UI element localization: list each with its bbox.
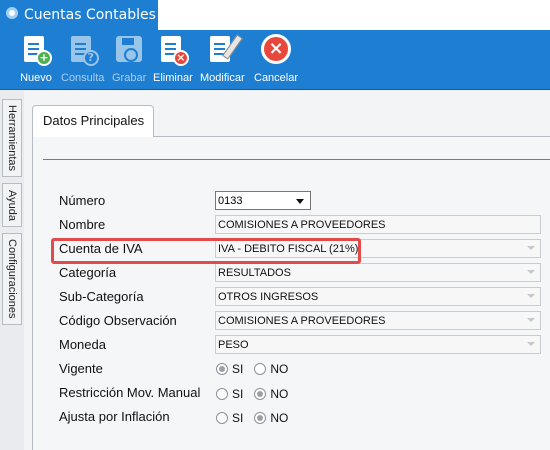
- document-delete-icon: ×: [157, 32, 189, 68]
- nuevo-button[interactable]: + Nuevo: [20, 32, 52, 88]
- numero-label: Número: [59, 193, 106, 208]
- vigente-no-radio[interactable]: NO: [254, 362, 288, 376]
- tab-ayuda[interactable]: Ayuda: [2, 183, 22, 227]
- codigo-obs-value: COMISIONES A PROVEEDORES: [218, 315, 386, 327]
- chevron-down-icon: [527, 294, 535, 298]
- radio-unchecked-icon: [216, 388, 228, 400]
- restriccion-si-radio[interactable]: SI: [216, 387, 243, 401]
- moneda-label: Moneda: [59, 337, 106, 352]
- cancel-icon: ×: [260, 32, 292, 68]
- restriccion-label: Restricción Mov. Manual: [59, 385, 201, 400]
- window-title: Cuentas Contables: [24, 7, 156, 23]
- vigente-label: Vigente: [59, 361, 103, 376]
- tab-herramientas[interactable]: Herramientas: [2, 99, 22, 177]
- side-panel: Herramientas Ayuda Configuraciones: [0, 91, 24, 450]
- restriccion-si-label: SI: [232, 387, 244, 401]
- chevron-down-icon: [527, 270, 535, 274]
- tab-ayuda-label: Ayuda: [6, 189, 18, 221]
- modificar-label: Modificar: [200, 72, 245, 84]
- cancelar-label: Cancelar: [254, 72, 299, 84]
- vigente-si-label: SI: [232, 362, 244, 376]
- ajusta-no-radio[interactable]: NO: [254, 411, 288, 425]
- modificar-button[interactable]: Modificar: [200, 32, 245, 88]
- title-bar: Cuentas Contables: [0, 0, 550, 30]
- radio-checked-icon: [216, 363, 228, 375]
- eliminar-label: Eliminar: [153, 72, 193, 84]
- app-icon: [6, 7, 18, 19]
- tab-configuraciones-label: Configuraciones: [6, 239, 18, 319]
- ajusta-radio-group: SI NO: [216, 411, 299, 425]
- restriccion-no-label: NO: [270, 387, 289, 401]
- chevron-down-icon: [527, 342, 535, 346]
- document-add-icon: +: [20, 32, 52, 68]
- tab-datos-principales[interactable]: Datos Principales: [32, 105, 154, 138]
- vigente-radio-group: SI NO: [216, 362, 299, 376]
- chevron-down-icon: [527, 246, 535, 250]
- restriccion-no-radio[interactable]: NO: [254, 387, 288, 401]
- tab-herramientas-label: Herramientas: [6, 104, 18, 172]
- nuevo-label: Nuevo: [20, 72, 52, 84]
- grabar-label: Grabar: [112, 72, 147, 84]
- categoria-label: Categoría: [59, 265, 117, 280]
- annotation-highlight-box: [51, 238, 361, 264]
- eliminar-button[interactable]: × Eliminar: [153, 32, 193, 88]
- tab-strip: Datos Principales: [32, 105, 550, 138]
- nombre-field[interactable]: COMISIONES A PROVEEDORES: [215, 215, 541, 234]
- ajusta-si-radio[interactable]: SI: [216, 411, 243, 425]
- grabar-button[interactable]: Grabar: [112, 32, 146, 88]
- codigo-obs-select[interactable]: COMISIONES A PROVEEDORES: [215, 311, 541, 330]
- section-separator: [43, 159, 550, 160]
- document-query-icon: ?: [67, 32, 99, 68]
- categoria-value: RESULTADOS: [218, 267, 291, 279]
- ajusta-no-label: NO: [270, 411, 289, 425]
- categoria-select[interactable]: RESULTADOS: [215, 263, 541, 282]
- consulta-label: Consulta: [61, 72, 105, 84]
- window-tab[interactable]: Cuentas Contables: [0, 0, 158, 30]
- ajusta-label: Ajusta por Inflación: [59, 409, 170, 424]
- subcategoria-select[interactable]: OTROS INGRESOS: [215, 287, 541, 306]
- subcategoria-value: OTROS INGRESOS: [218, 291, 319, 303]
- floppy-disk-icon: [113, 32, 145, 68]
- ajusta-si-label: SI: [232, 411, 244, 425]
- vigente-si-radio[interactable]: SI: [216, 362, 243, 376]
- numero-select[interactable]: 0133: [215, 191, 311, 210]
- radio-checked-icon: [254, 412, 267, 424]
- restriccion-radio-group: SI NO: [216, 387, 299, 401]
- vigente-no-label: NO: [270, 362, 289, 376]
- nombre-value: COMISIONES A PROVEEDORES: [218, 219, 386, 231]
- radio-checked-icon: [254, 388, 267, 400]
- radio-unchecked-icon: [254, 363, 267, 375]
- document-edit-icon: [206, 32, 244, 68]
- consulta-button[interactable]: ? Consulta: [61, 32, 104, 88]
- subcategoria-label: Sub-Categoría: [59, 289, 144, 304]
- nombre-label: Nombre: [59, 217, 106, 232]
- toolbar: + Nuevo ? Consulta Grabar × Eliminar Mod…: [0, 30, 550, 90]
- numero-value: 0133: [218, 195, 243, 207]
- codigo-obs-label: Código Observación: [59, 313, 177, 328]
- chevron-down-icon: [296, 199, 304, 204]
- tab-configuraciones[interactable]: Configuraciones: [2, 233, 22, 325]
- radio-unchecked-icon: [216, 412, 228, 424]
- moneda-value: PESO: [218, 339, 249, 351]
- moneda-select[interactable]: PESO: [215, 335, 541, 354]
- cancelar-button[interactable]: × Cancelar: [254, 32, 298, 88]
- chevron-down-icon: [527, 318, 535, 322]
